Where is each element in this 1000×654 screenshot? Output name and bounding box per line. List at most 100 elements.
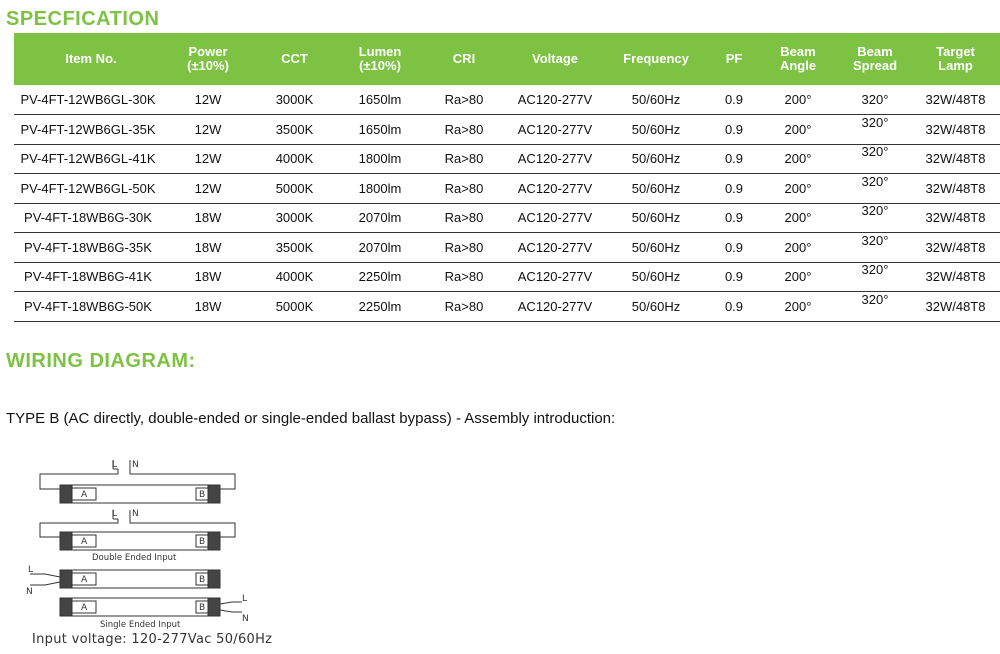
cell-value: AC120-277V [517, 151, 593, 167]
table-row: PV-4FT-12WB6GL-41K 12W 4000K 1800lm Ra>80 AC1… [14, 144, 1000, 174]
table-cell: Ra>80 [419, 291, 509, 322]
cell-value: 200° [784, 239, 812, 255]
cell-value: 320° [861, 203, 889, 219]
label-N-1: N [132, 460, 139, 470]
cell-value: 1650lm [358, 121, 402, 137]
table-cell: PV-4FT-12WB6GL-30K [14, 85, 168, 115]
cell-value: 3500K [275, 121, 314, 137]
table-cell: 200° [757, 114, 839, 145]
table-row: PV-4FT-18WB6G-41K 18W 4000K 2250lm Ra>80 AC12… [14, 262, 1000, 292]
spec-table: Item No. Power (±10%) CCT Lumen (±10%) CRI Volt… [14, 33, 1000, 322]
column-header: CCT [248, 33, 341, 85]
table-cell: 50/60Hz [601, 232, 711, 263]
cell-value: 0.9 [724, 210, 744, 226]
cell-value: 320° [861, 232, 889, 248]
table-cell: 320° [839, 262, 911, 292]
table-cell: 12W [168, 144, 248, 174]
table-cell: 0.9 [711, 144, 757, 174]
table-cell: Ra>80 [419, 173, 509, 204]
table-cell: 32W/48T8 [911, 232, 1000, 263]
table-cell: 32W/48T8 [911, 291, 1000, 322]
cell-value: 50/60Hz [631, 121, 681, 137]
table-cell: 18W [168, 203, 248, 233]
end-A-3: A [81, 575, 88, 585]
label-L-3: L [28, 565, 33, 575]
table-cell: AC120-277V [509, 291, 601, 322]
cell-value: 50/60Hz [631, 180, 681, 196]
table-cell: 18W [168, 262, 248, 292]
cell-value: 18W [194, 298, 222, 314]
cell-value: 200° [784, 298, 812, 314]
column-header-line2: Spread [852, 58, 898, 73]
cell-value: 320° [861, 173, 889, 189]
column-header-line2: (±10%) [359, 58, 401, 73]
table-cell: 320° [839, 85, 911, 115]
table-cell: 200° [757, 203, 839, 233]
table-cell: 50/60Hz [601, 173, 711, 204]
table-cell: 5000K [248, 173, 341, 204]
cell-value: 50/60Hz [631, 210, 681, 226]
column-header-line1: Voltage [532, 51, 578, 66]
table-cell: 200° [757, 85, 839, 115]
column-header-line1: Item No. [65, 51, 117, 66]
table-cell: AC120-277V [509, 114, 601, 145]
cell-value: 5000K [275, 180, 314, 196]
cell-value: 320° [861, 291, 889, 307]
cell-value: 0.9 [724, 92, 744, 107]
cell-value: 2070lm [358, 210, 402, 226]
table-cell: PV-4FT-12WB6GL-50K [14, 173, 168, 204]
cell-value: 50/60Hz [631, 239, 681, 255]
table-cell: 50/60Hz [601, 85, 711, 115]
table-cell: 50/60Hz [601, 291, 711, 322]
column-header-line2: (±10%) [187, 58, 229, 73]
table-cell: 32W/48T8 [911, 173, 1000, 204]
table-cell: 3500K [248, 232, 341, 263]
double-ended-caption: Double Ended Input [92, 553, 177, 563]
label-L-2: L [112, 509, 117, 519]
cell-value: 12W [194, 180, 222, 196]
table-cell: 320° [839, 114, 911, 145]
cell-value: 0.9 [724, 151, 744, 167]
wiring-diagram: L N L N L N L N A B A B A B A B Double E… [26, 460, 249, 630]
cell-value: AC120-277V [517, 239, 593, 255]
spec-section-title: SPECFICATION [6, 8, 160, 30]
cell-value: 12W [194, 121, 222, 137]
cell-value: AC120-277V [517, 298, 593, 314]
cell-value: 32W/48T8 [925, 180, 986, 196]
cell-value: 1800lm [358, 151, 402, 167]
table-cell: 5000K [248, 291, 341, 322]
table-cell: PV-4FT-18WB6G-35K [14, 232, 168, 263]
cell-value: 320° [861, 92, 889, 107]
table-cell: 1800lm [341, 173, 419, 204]
column-header-line1: Target [936, 44, 975, 59]
cell-value: 0.9 [724, 298, 744, 314]
table-cell: 50/60Hz [601, 144, 711, 174]
cell-value: 32W/48T8 [925, 92, 986, 107]
cell-value: 3000K [275, 210, 314, 226]
column-header: Frequency [601, 33, 711, 85]
table-cell: 32W/48T8 [911, 203, 1000, 233]
table-cell: 320° [839, 232, 911, 263]
label-L-4: L [242, 594, 247, 604]
label-N-4: N [242, 614, 249, 624]
cell-value: PV-4FT-12WB6GL-41K [20, 151, 156, 167]
label-L-1: L [112, 460, 117, 470]
table-cell: PV-4FT-18WB6G-30K [14, 203, 168, 233]
table-row: PV-4FT-18WB6G-35K 18W 3500K 2070lm Ra>80 AC12… [14, 232, 1000, 263]
table-cell: 320° [839, 203, 911, 233]
cell-value: Ra>80 [444, 180, 484, 196]
cell-value: AC120-277V [517, 180, 593, 196]
cell-value: 200° [784, 151, 812, 167]
label-N-2: N [132, 509, 139, 519]
type-description: TYPE B (AC directly, double-ended or sin… [6, 410, 616, 427]
table-row: PV-4FT-12WB6GL-35K 12W 3500K 1650lm Ra>80 AC1… [14, 114, 1000, 145]
table-cell: 320° [839, 291, 911, 322]
table-cell: PV-4FT-18WB6G-50K [14, 291, 168, 322]
cell-value: 3000K [275, 92, 314, 107]
table-cell: AC120-277V [509, 262, 601, 292]
cell-value: PV-4FT-12WB6GL-30K [20, 92, 156, 107]
column-header: Target Lamp [911, 33, 1000, 85]
column-header: Beam Angle [757, 33, 839, 85]
cell-value: 200° [784, 92, 812, 107]
cell-value: 1800lm [358, 180, 402, 196]
